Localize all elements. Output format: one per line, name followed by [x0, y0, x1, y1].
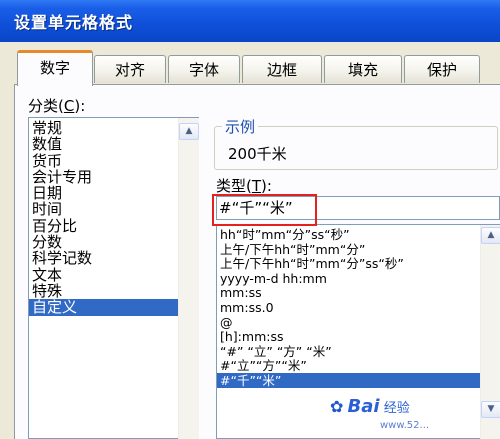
tab-label: 字体: [188, 61, 219, 79]
category-item[interactable]: 时间: [29, 201, 198, 217]
format-scrollbar[interactable]: ▲ ▼: [480, 225, 500, 439]
window-title: 设置单元格格式: [14, 13, 134, 32]
sample-label: 示例: [222, 116, 259, 137]
tab-label: 边框: [266, 61, 297, 79]
category-item[interactable]: 科学记数: [29, 250, 198, 266]
format-item[interactable]: mm:ss: [217, 285, 499, 301]
tab-label: 填充: [347, 61, 378, 79]
tab-fill[interactable]: 填充: [324, 55, 402, 83]
watermark-brand: Bai: [347, 396, 380, 417]
tab-number[interactable]: 数字: [17, 50, 93, 86]
category-item[interactable]: 日期: [29, 185, 198, 201]
title-bar[interactable]: 设置单元格格式: [0, 0, 500, 42]
highlight-box: [212, 194, 317, 226]
format-item[interactable]: #“千”“米”: [217, 372, 499, 388]
category-item[interactable]: 文本: [29, 267, 198, 283]
format-item[interactable]: #“立”“方”“米”: [217, 358, 499, 374]
tab-protection[interactable]: 保护: [404, 55, 480, 83]
format-item[interactable]: [h]:mm:ss: [217, 329, 499, 344]
scroll-up-button[interactable]: ▲: [179, 123, 199, 140]
tab-alignment[interactable]: 对齐: [94, 55, 166, 83]
format-item[interactable]: hh“时”mm“分”ss“秒”: [217, 227, 499, 242]
watermark-suffix: 经验: [383, 401, 410, 416]
sample-value: 200千米: [228, 145, 287, 163]
paw-icon: ✿: [330, 397, 344, 416]
category-item[interactable]: 常规: [29, 120, 198, 136]
scroll-down-button[interactable]: ▼: [481, 401, 500, 418]
format-item[interactable]: “#” “立” “方” “米”: [217, 344, 499, 359]
category-label: 分类(C):: [28, 97, 86, 115]
category-item[interactable]: 会计专用: [29, 169, 198, 185]
format-item[interactable]: 上午/下午hh“时”mm“分”ss“秒”: [217, 256, 499, 271]
type-label: 类型(T):: [216, 177, 272, 195]
chevron-down-icon: ▼: [487, 404, 495, 414]
tab-font[interactable]: 字体: [168, 55, 240, 83]
scroll-up-button[interactable]: ▲: [481, 227, 500, 244]
category-item[interactable]: 特殊: [29, 283, 198, 299]
format-item[interactable]: 上午/下午hh“时”mm“分”: [217, 242, 499, 257]
format-item[interactable]: @: [217, 315, 499, 330]
format-item[interactable]: yyyy-m-d hh:mm: [217, 271, 499, 286]
tab-border[interactable]: 边框: [242, 55, 322, 83]
chevron-up-icon: ▲: [487, 230, 495, 240]
category-item[interactable]: 百分比: [29, 218, 198, 234]
category-item[interactable]: 自定义: [29, 299, 198, 316]
chevron-up-icon: ▲: [185, 126, 193, 136]
watermark-url: www.52...: [380, 420, 430, 431]
category-item[interactable]: 分数: [29, 234, 198, 250]
category-item[interactable]: 数值: [29, 136, 198, 152]
category-scrollbar[interactable]: ▲: [178, 118, 199, 439]
tab-label: 对齐: [114, 61, 145, 79]
watermark: ✿ Bai 经验: [330, 396, 410, 417]
tab-label: 保护: [426, 61, 457, 79]
format-item[interactable]: mm:ss.0: [217, 300, 499, 315]
category-item[interactable]: 货币: [29, 152, 198, 169]
category-list[interactable]: 常规 数值 货币 会计专用 日期 时间 百分比 分数 科学记数 文本 特殊 自定义: [28, 117, 199, 439]
tab-label: 数字: [39, 59, 70, 77]
